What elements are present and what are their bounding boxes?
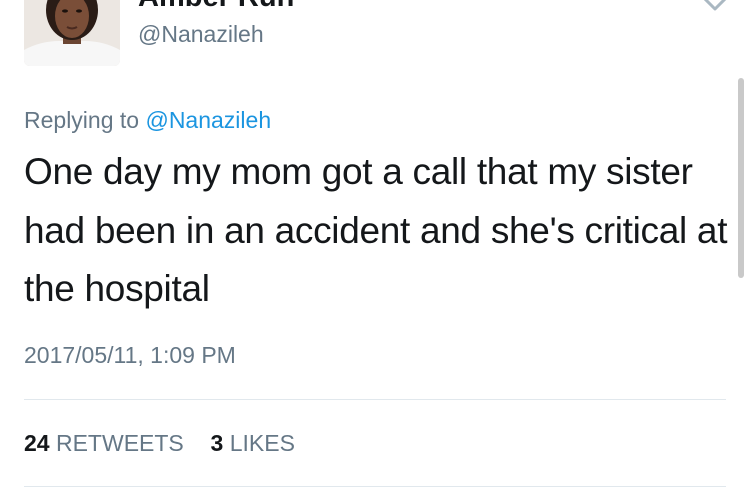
retweets-label: RETWEETS bbox=[55, 430, 184, 456]
divider bbox=[24, 399, 726, 400]
tweet-stats: 24 RETWEETS 3 LIKES bbox=[24, 428, 295, 458]
avatar-photo bbox=[24, 0, 120, 66]
scrollbar[interactable] bbox=[738, 78, 744, 278]
author-handle[interactable]: @Nanazileh bbox=[138, 20, 264, 48]
retweets-stat[interactable]: 24 RETWEETS bbox=[24, 430, 190, 456]
avatar[interactable] bbox=[24, 0, 120, 66]
replying-to-label: Replying to bbox=[24, 107, 140, 133]
likes-count: 3 bbox=[210, 430, 224, 456]
author-display-name[interactable]: Amber Run bbox=[138, 0, 294, 14]
divider bbox=[24, 486, 726, 487]
tweet-text: One day my mom got a call that my sister… bbox=[24, 151, 728, 309]
likes-stat[interactable]: 3 LIKES bbox=[204, 430, 295, 456]
tweet-timestamp[interactable]: 2017/05/11, 1:09 PM bbox=[24, 340, 236, 370]
replying-to-mention[interactable]: @Nanazileh bbox=[145, 107, 271, 133]
likes-label: LIKES bbox=[229, 430, 295, 456]
retweets-count: 24 bbox=[24, 430, 50, 456]
chevron-down-icon[interactable] bbox=[700, 0, 730, 14]
replying-to: Replying to @Nanazileh bbox=[24, 105, 271, 135]
